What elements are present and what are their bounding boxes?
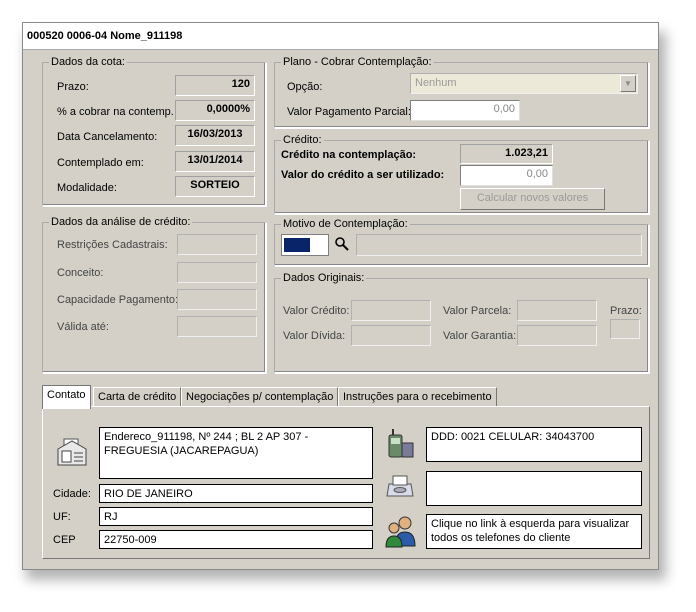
cep-label: CEP: [53, 534, 76, 546]
prazo-label: Prazo:: [57, 81, 89, 93]
contemplado-em-label: Contemplado em:: [57, 157, 144, 169]
cep-field[interactable]: 22750-009: [99, 530, 373, 549]
fax-icon[interactable]: [385, 474, 415, 500]
window-title: 000520 0006-04 Nome_911198: [23, 23, 658, 50]
tab-negociacoes[interactable]: Negociações p/ contemplação: [181, 387, 339, 408]
credito-utilizado-label: Valor do crédito a ser utilizado:: [281, 169, 445, 181]
motivo-code-field[interactable]: [281, 234, 329, 256]
uf-label: UF:: [53, 511, 71, 523]
prazo-original-field: [610, 319, 640, 339]
restricoes-label: Restrições Cadastrais:: [57, 239, 168, 251]
tab-carta-credito[interactable]: Carta de crédito: [93, 387, 182, 408]
credito-legend: Crédito:: [283, 134, 322, 146]
modalidade-label: Modalidade:: [57, 182, 117, 194]
search-icon[interactable]: [334, 236, 350, 252]
address-card-icon[interactable]: [56, 437, 88, 467]
motivo-legend: Motivo de Contemplação:: [283, 218, 408, 230]
window: 000520 0006-04 Nome_911198 Dados da cota…: [22, 22, 659, 570]
cobrar-contemp-label: % a cobrar na contemp.: [57, 106, 174, 118]
capacidade-field: [177, 289, 257, 310]
valor-garantia-field: [517, 325, 597, 346]
cobrar-contemp-value: 0,0000%: [175, 100, 255, 121]
conceito-label: Conceito:: [57, 267, 104, 279]
valida-ate-label: Válida até:: [57, 321, 109, 333]
valor-divida-label: Valor Dívida:: [283, 330, 346, 342]
telefone-field[interactable]: DDD: 0021 CELULAR: 34043700: [426, 427, 642, 462]
motivo-code-selection: [284, 238, 310, 252]
users-link-icon[interactable]: [385, 514, 417, 548]
uf-field[interactable]: RJ: [99, 507, 373, 526]
tab-contato[interactable]: Contato: [42, 385, 91, 409]
valor-parcial-label: Valor Pagamento Parcial:: [287, 106, 411, 118]
cell-phone-icon[interactable]: [385, 427, 415, 459]
data-cancelamento-label: Data Cancelamento:: [57, 131, 158, 143]
credito-contemplacao-label: Crédito na contemplação:: [281, 149, 417, 161]
credito-utilizado-input[interactable]: 0,00: [460, 165, 553, 186]
telefones-info-text: Clique no link à esquerda para visualiza…: [426, 514, 642, 549]
tab-instrucoes[interactable]: Instruções para o recebimento: [338, 387, 497, 408]
fax-field[interactable]: [426, 471, 642, 506]
endereco-field[interactable]: Endereco_911198, Nº 244 ; BL 2 AP 307 - …: [99, 427, 373, 479]
chevron-down-icon[interactable]: ▼: [620, 75, 636, 92]
valor-garantia-label: Valor Garantia:: [443, 330, 517, 342]
prazo-value: 120: [175, 75, 255, 96]
valor-parcela-label: Valor Parcela:: [443, 305, 512, 317]
data-cancelamento-value: 16/03/2013: [175, 125, 255, 146]
cidade-field[interactable]: RIO DE JANEIRO: [99, 484, 373, 503]
opcao-value: Nenhum: [415, 77, 457, 89]
valida-ate-field: [177, 316, 257, 337]
restricoes-field: [177, 234, 257, 255]
valor-credito-label: Valor Crédito:: [283, 305, 350, 317]
cidade-label: Cidade:: [53, 488, 91, 500]
valor-parcial-input[interactable]: 0,00: [410, 100, 520, 121]
prazo-original-label: Prazo:: [610, 305, 642, 317]
conceito-field: [177, 262, 257, 283]
opcao-label: Opção:: [287, 81, 323, 93]
modalidade-value: SORTEIO: [175, 176, 255, 197]
valor-credito-field: [351, 300, 431, 321]
opcao-select[interactable]: Nenhum ▼: [410, 73, 638, 94]
motivo-description-field: [356, 234, 642, 256]
valor-divida-field: [351, 325, 431, 346]
originais-group: Dados Originais:: [274, 272, 649, 373]
capacidade-label: Capacidade Pagamento:: [57, 294, 179, 306]
dados-cota-legend: Dados da cota:: [51, 56, 125, 68]
calcular-button[interactable]: Calcular novos valores: [460, 188, 605, 210]
plano-legend: Plano - Cobrar Contemplação:: [283, 56, 432, 68]
contemplado-em-value: 13/01/2014: [175, 151, 255, 172]
originais-legend: Dados Originais:: [283, 272, 365, 284]
credito-contemplacao-value: 1.023,21: [460, 144, 553, 164]
analise-credito-legend: Dados da análise de crédito:: [51, 216, 191, 228]
valor-parcela-field: [517, 300, 597, 321]
